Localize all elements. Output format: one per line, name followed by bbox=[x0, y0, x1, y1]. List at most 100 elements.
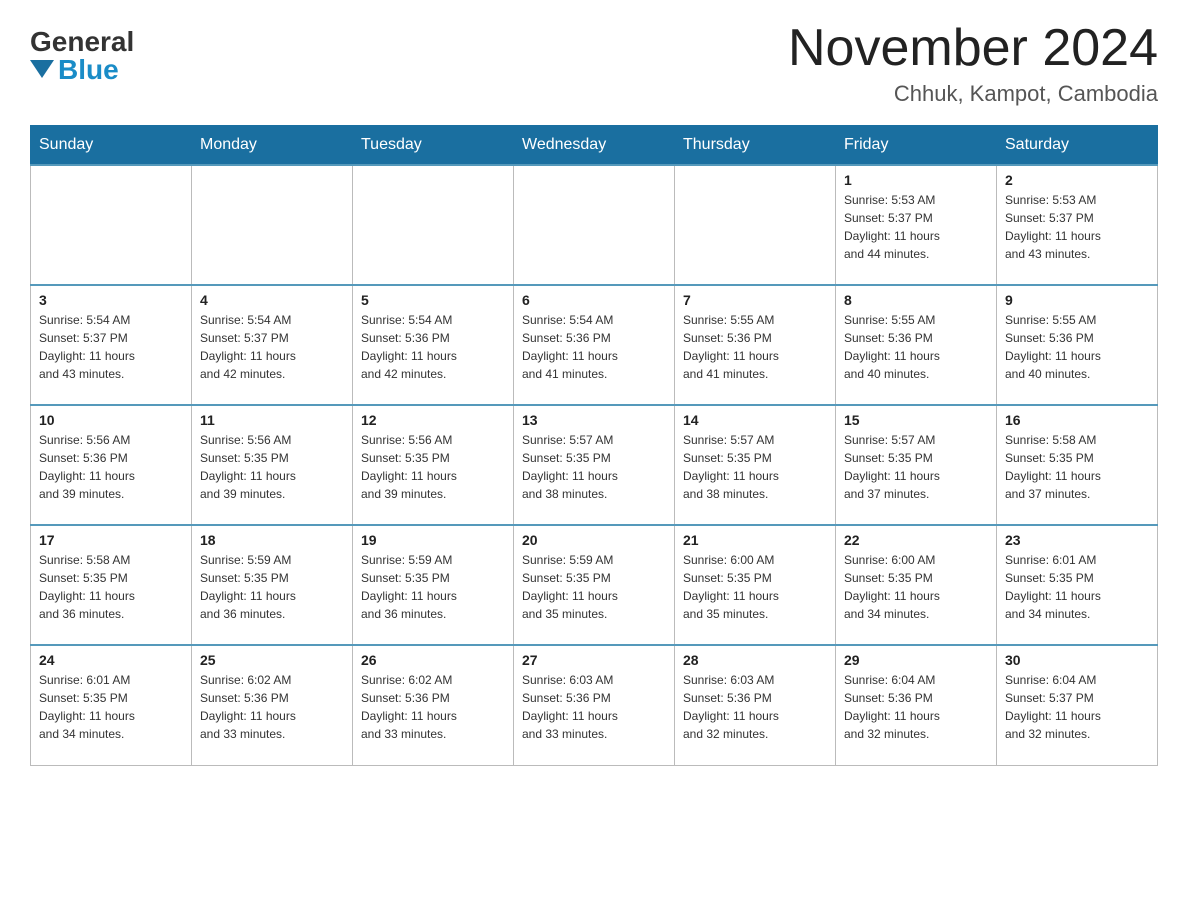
day-info: Sunrise: 5:54 AMSunset: 5:36 PMDaylight:… bbox=[361, 311, 505, 383]
day-number: 15 bbox=[844, 412, 988, 428]
day-cell: 8 Sunrise: 5:55 AMSunset: 5:36 PMDaylight… bbox=[836, 285, 997, 405]
day-info: Sunrise: 5:54 AMSunset: 5:37 PMDaylight:… bbox=[200, 311, 344, 383]
day-number: 28 bbox=[683, 652, 827, 668]
week-row-5: 24Sunrise: 6:01 AMSunset: 5:35 PMDayligh… bbox=[31, 645, 1158, 765]
day-info: Sunrise: 5:55 AMSunset: 5:36 PMDaylight:… bbox=[1005, 311, 1149, 383]
header: General Blue November 2024 Chhuk, Kampot… bbox=[30, 20, 1158, 107]
day-cell: 11 Sunrise: 5:56 AMSunset: 5:35 PMDayligh… bbox=[192, 405, 353, 525]
day-number: 29 bbox=[844, 652, 988, 668]
day-info: Sunrise: 6:01 AMSunset: 5:35 PMDaylight:… bbox=[39, 671, 183, 743]
day-cell: 2 Sunrise: 5:53 AMSunset: 5:37 PMDaylight… bbox=[997, 165, 1158, 285]
day-cell: 4 Sunrise: 5:54 AMSunset: 5:37 PMDaylight… bbox=[192, 285, 353, 405]
calendar-table: Sunday Monday Tuesday Wednesday Thursday… bbox=[30, 125, 1158, 766]
day-cell: 28 Sunrise: 6:03 AMSunset: 5:36 PMDayligh… bbox=[675, 645, 836, 765]
title-area: November 2024 Chhuk, Kampot, Cambodia bbox=[788, 20, 1158, 107]
day-cell: 15 Sunrise: 5:57 AMSunset: 5:35 PMDayligh… bbox=[836, 405, 997, 525]
day-info: Sunrise: 5:57 AMSunset: 5:35 PMDaylight:… bbox=[683, 431, 827, 503]
day-info: Sunrise: 5:58 AMSunset: 5:35 PMDaylight:… bbox=[39, 551, 183, 623]
day-number: 26 bbox=[361, 652, 505, 668]
day-info: Sunrise: 6:02 AMSunset: 5:36 PMDaylight:… bbox=[200, 671, 344, 743]
day-info: Sunrise: 5:56 AMSunset: 5:35 PMDaylight:… bbox=[200, 431, 344, 503]
week-row-1: 1 Sunrise: 5:53 AMSunset: 5:37 PMDaylight… bbox=[31, 165, 1158, 285]
day-number: 14 bbox=[683, 412, 827, 428]
day-info: Sunrise: 5:54 AMSunset: 5:36 PMDaylight:… bbox=[522, 311, 666, 383]
day-info: Sunrise: 6:03 AMSunset: 5:36 PMDaylight:… bbox=[522, 671, 666, 743]
day-number: 10 bbox=[39, 412, 183, 428]
day-cell: 13 Sunrise: 5:57 AMSunset: 5:35 PMDayligh… bbox=[514, 405, 675, 525]
day-cell: 6Sunrise: 5:54 AMSunset: 5:36 PMDaylight… bbox=[514, 285, 675, 405]
day-cell: 29 Sunrise: 6:04 AMSunset: 5:36 PMDayligh… bbox=[836, 645, 997, 765]
week-row-2: 3Sunrise: 5:54 AMSunset: 5:37 PMDaylight… bbox=[31, 285, 1158, 405]
day-info: Sunrise: 5:55 AMSunset: 5:36 PMDaylight:… bbox=[844, 311, 988, 383]
day-cell: 10 Sunrise: 5:56 AMSunset: 5:36 PMDayligh… bbox=[31, 405, 192, 525]
day-number: 22 bbox=[844, 532, 988, 548]
day-info: Sunrise: 5:53 AMSunset: 5:37 PMDaylight:… bbox=[1005, 191, 1149, 263]
day-number: 8 bbox=[844, 292, 988, 308]
day-cell: 18 Sunrise: 5:59 AMSunset: 5:35 PMDayligh… bbox=[192, 525, 353, 645]
day-cell: 9 Sunrise: 5:55 AMSunset: 5:36 PMDaylight… bbox=[997, 285, 1158, 405]
calendar-subtitle: Chhuk, Kampot, Cambodia bbox=[788, 81, 1158, 107]
day-info: Sunrise: 5:56 AMSunset: 5:35 PMDaylight:… bbox=[361, 431, 505, 503]
day-info: Sunrise: 6:04 AMSunset: 5:36 PMDaylight:… bbox=[844, 671, 988, 743]
day-number: 16 bbox=[1005, 412, 1149, 428]
day-cell: 22 Sunrise: 6:00 AMSunset: 5:35 PMDayligh… bbox=[836, 525, 997, 645]
day-number: 21 bbox=[683, 532, 827, 548]
day-number: 19 bbox=[361, 532, 505, 548]
day-cell: 30 Sunrise: 6:04 AMSunset: 5:37 PMDayligh… bbox=[997, 645, 1158, 765]
day-info: Sunrise: 6:00 AMSunset: 5:35 PMDaylight:… bbox=[844, 551, 988, 623]
day-number: 30 bbox=[1005, 652, 1149, 668]
day-info: Sunrise: 5:55 AMSunset: 5:36 PMDaylight:… bbox=[683, 311, 827, 383]
day-number: 13 bbox=[522, 412, 666, 428]
day-number: 18 bbox=[200, 532, 344, 548]
calendar-title: November 2024 bbox=[788, 20, 1158, 77]
day-info: Sunrise: 6:02 AMSunset: 5:36 PMDaylight:… bbox=[361, 671, 505, 743]
header-tuesday: Tuesday bbox=[353, 126, 514, 166]
header-friday: Friday bbox=[836, 126, 997, 166]
day-cell: 27 Sunrise: 6:03 AMSunset: 5:36 PMDayligh… bbox=[514, 645, 675, 765]
day-cell bbox=[31, 165, 192, 285]
day-cell: 17 Sunrise: 5:58 AMSunset: 5:35 PMDayligh… bbox=[31, 525, 192, 645]
day-number: 9 bbox=[1005, 292, 1149, 308]
day-cell: 7 Sunrise: 5:55 AMSunset: 5:36 PMDaylight… bbox=[675, 285, 836, 405]
day-info: Sunrise: 5:59 AMSunset: 5:35 PMDaylight:… bbox=[522, 551, 666, 623]
day-cell: 23 Sunrise: 6:01 AMSunset: 5:35 PMDayligh… bbox=[997, 525, 1158, 645]
day-info: Sunrise: 5:57 AMSunset: 5:35 PMDaylight:… bbox=[844, 431, 988, 503]
day-info: Sunrise: 6:04 AMSunset: 5:37 PMDaylight:… bbox=[1005, 671, 1149, 743]
day-cell: 12Sunrise: 5:56 AMSunset: 5:35 PMDayligh… bbox=[353, 405, 514, 525]
day-cell: 24Sunrise: 6:01 AMSunset: 5:35 PMDayligh… bbox=[31, 645, 192, 765]
day-info: Sunrise: 5:53 AMSunset: 5:37 PMDaylight:… bbox=[844, 191, 988, 263]
logo-arrow-icon bbox=[30, 60, 54, 78]
header-monday: Monday bbox=[192, 126, 353, 166]
day-info: Sunrise: 5:58 AMSunset: 5:35 PMDaylight:… bbox=[1005, 431, 1149, 503]
header-wednesday: Wednesday bbox=[514, 126, 675, 166]
day-info: Sunrise: 5:59 AMSunset: 5:35 PMDaylight:… bbox=[361, 551, 505, 623]
day-info: Sunrise: 5:57 AMSunset: 5:35 PMDaylight:… bbox=[522, 431, 666, 503]
week-row-4: 17 Sunrise: 5:58 AMSunset: 5:35 PMDayligh… bbox=[31, 525, 1158, 645]
header-row: Sunday Monday Tuesday Wednesday Thursday… bbox=[31, 126, 1158, 166]
logo: General Blue bbox=[30, 20, 134, 84]
day-number: 11 bbox=[200, 412, 344, 428]
day-number: 27 bbox=[522, 652, 666, 668]
day-number: 17 bbox=[39, 532, 183, 548]
day-info: Sunrise: 6:01 AMSunset: 5:35 PMDaylight:… bbox=[1005, 551, 1149, 623]
day-number: 20 bbox=[522, 532, 666, 548]
header-thursday: Thursday bbox=[675, 126, 836, 166]
day-cell: 25Sunrise: 6:02 AMSunset: 5:36 PMDayligh… bbox=[192, 645, 353, 765]
day-cell: 3Sunrise: 5:54 AMSunset: 5:37 PMDaylight… bbox=[31, 285, 192, 405]
day-info: Sunrise: 6:03 AMSunset: 5:36 PMDaylight:… bbox=[683, 671, 827, 743]
day-cell: 1 Sunrise: 5:53 AMSunset: 5:37 PMDaylight… bbox=[836, 165, 997, 285]
day-cell bbox=[514, 165, 675, 285]
week-row-3: 10 Sunrise: 5:56 AMSunset: 5:36 PMDayligh… bbox=[31, 405, 1158, 525]
day-cell bbox=[675, 165, 836, 285]
day-number: 4 bbox=[200, 292, 344, 308]
day-cell bbox=[353, 165, 514, 285]
day-cell: 26 Sunrise: 6:02 AMSunset: 5:36 PMDayligh… bbox=[353, 645, 514, 765]
day-number: 23 bbox=[1005, 532, 1149, 548]
day-number: 2 bbox=[1005, 172, 1149, 188]
day-info: Sunrise: 5:56 AMSunset: 5:36 PMDaylight:… bbox=[39, 431, 183, 503]
day-info: Sunrise: 5:59 AMSunset: 5:35 PMDaylight:… bbox=[200, 551, 344, 623]
day-number: 1 bbox=[844, 172, 988, 188]
day-number: 7 bbox=[683, 292, 827, 308]
day-cell: 20 Sunrise: 5:59 AMSunset: 5:35 PMDayligh… bbox=[514, 525, 675, 645]
day-cell: 19 Sunrise: 5:59 AMSunset: 5:35 PMDayligh… bbox=[353, 525, 514, 645]
